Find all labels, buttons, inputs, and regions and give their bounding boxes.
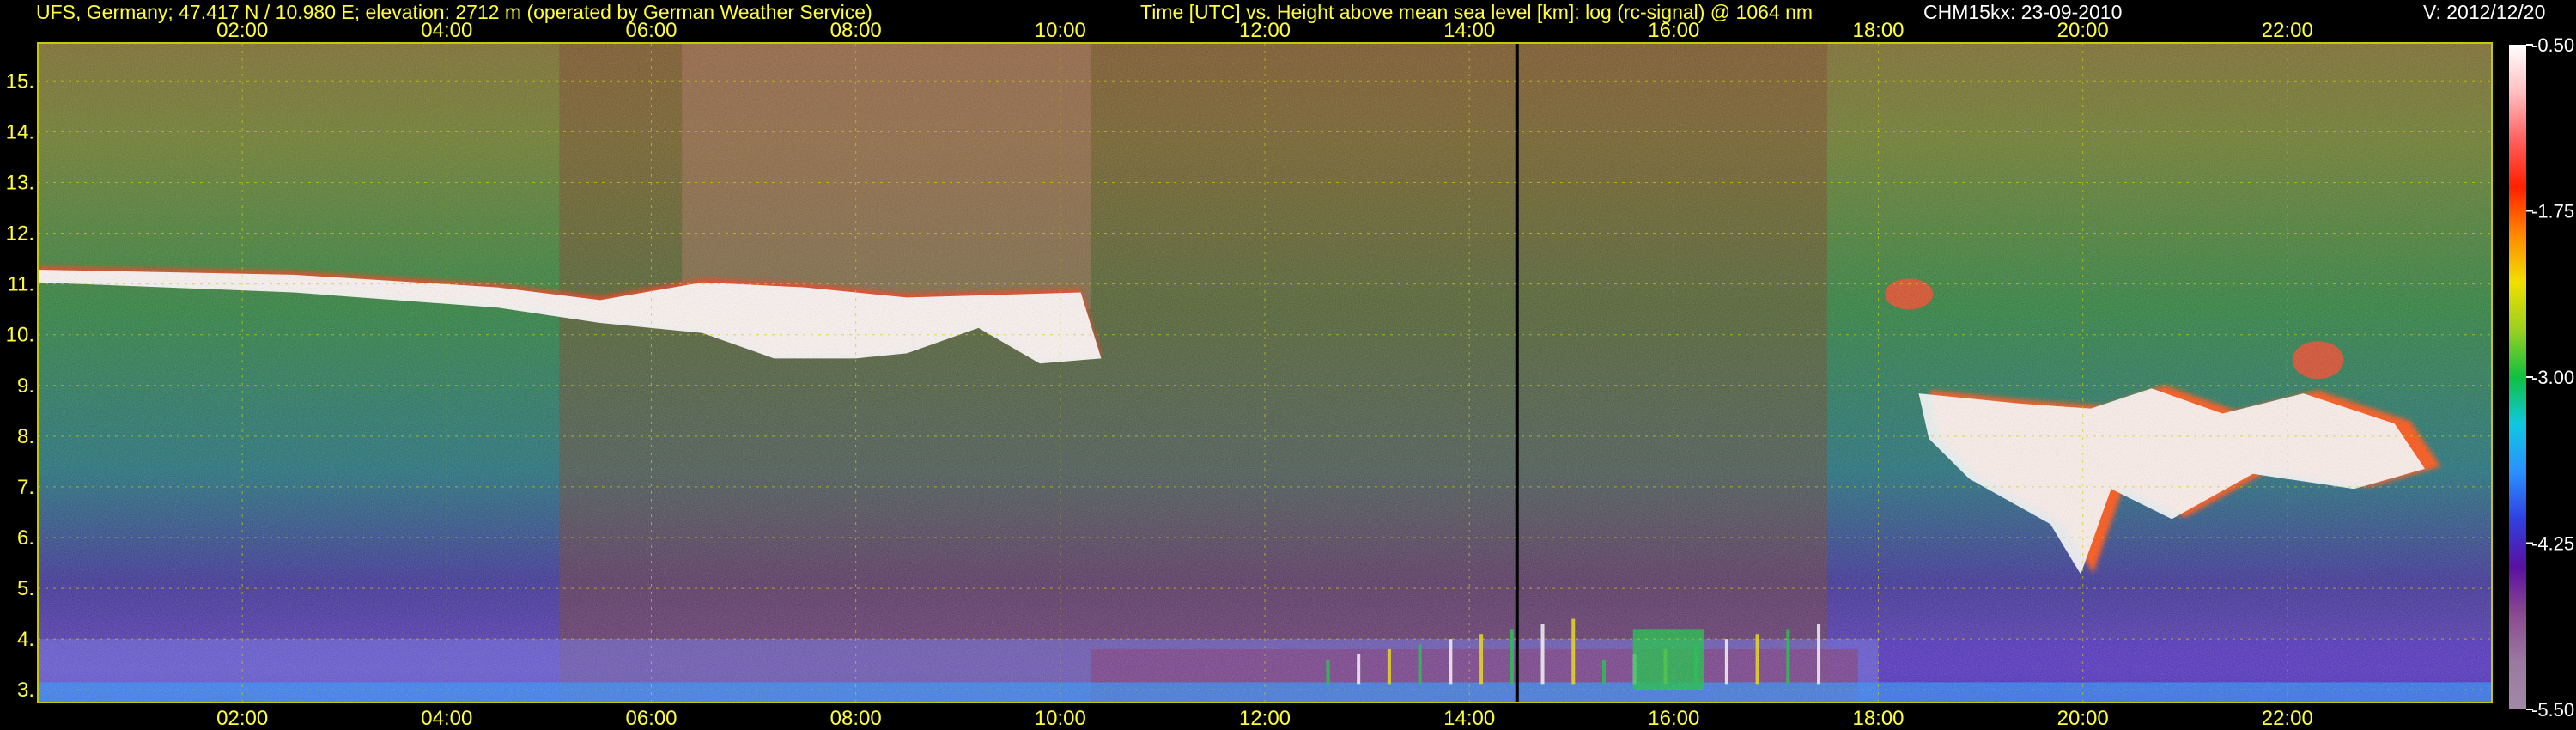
y-tick-label: 7.	[17, 476, 34, 499]
x-tick-label-bottom: 06:00	[625, 707, 677, 730]
colorbar-tick-label: -4.25	[2531, 533, 2574, 555]
noise-texture	[38, 43, 2492, 703]
y-tick-label: 14.	[6, 120, 34, 143]
x-tick-label-bottom: 18:00	[1852, 707, 1904, 730]
y-tick-label: 10.	[6, 324, 34, 347]
x-tick-label-top: 06:00	[625, 19, 677, 42]
colorbar-tick-label: -0.50	[2531, 34, 2574, 56]
data-gap	[1515, 43, 1519, 703]
x-tick-label-top: 20:00	[2057, 19, 2109, 42]
y-tick-label: 12.	[6, 222, 34, 246]
y-tick-label: 3.	[17, 678, 34, 702]
y-tick-label: 8.	[17, 425, 34, 448]
x-tick-label-bottom: 22:00	[2262, 707, 2313, 730]
x-tick-label-bottom: 10:00	[1035, 707, 1086, 730]
x-tick-label-bottom: 16:00	[1648, 707, 1699, 730]
x-tick-label-bottom: 14:00	[1443, 707, 1495, 730]
x-tick-label-top: 08:00	[830, 19, 882, 42]
colorbar-tick-label: -1.75	[2531, 201, 2574, 222]
y-tick-label: 4.	[17, 628, 34, 651]
x-tick-label-bottom: 04:00	[421, 707, 472, 730]
x-tick-label-bottom: 20:00	[2057, 707, 2109, 730]
y-tick-label: 15.	[6, 70, 34, 93]
colorbar-tick-label: -5.50	[2531, 699, 2574, 721]
x-tick-label-top: 10:00	[1035, 19, 1086, 42]
x-tick-label-bottom: 02:00	[216, 707, 268, 730]
x-tick-label-bottom: 12:00	[1239, 707, 1291, 730]
x-tick-label-top: 22:00	[2262, 19, 2313, 42]
x-tick-label-top: 02:00	[216, 19, 268, 42]
x-tick-label-top: 14:00	[1443, 19, 1495, 42]
x-tick-label-top: 12:00	[1239, 19, 1291, 42]
x-tick-label-top: 04:00	[421, 19, 472, 42]
lidar-heatmap: 02:00 02:00 04:00 04:00 06:00 06:00 08:00 08:00…	[6, 19, 2575, 730]
x-tick-label-bottom: 08:00	[830, 707, 882, 730]
y-tick-label: 5.	[17, 577, 34, 600]
y-tick-label: 13.	[6, 171, 34, 194]
y-tick-label: 11.	[7, 273, 34, 296]
colorbar-tick-label: -3.00	[2531, 367, 2574, 388]
x-tick-label-top: 16:00	[1648, 19, 1699, 42]
y-tick-label: 9.	[17, 374, 34, 398]
y-tick-label: 6.	[17, 526, 34, 550]
x-tick-label-top: 18:00	[1852, 19, 1904, 42]
colorbar-scale	[2509, 45, 2526, 709]
